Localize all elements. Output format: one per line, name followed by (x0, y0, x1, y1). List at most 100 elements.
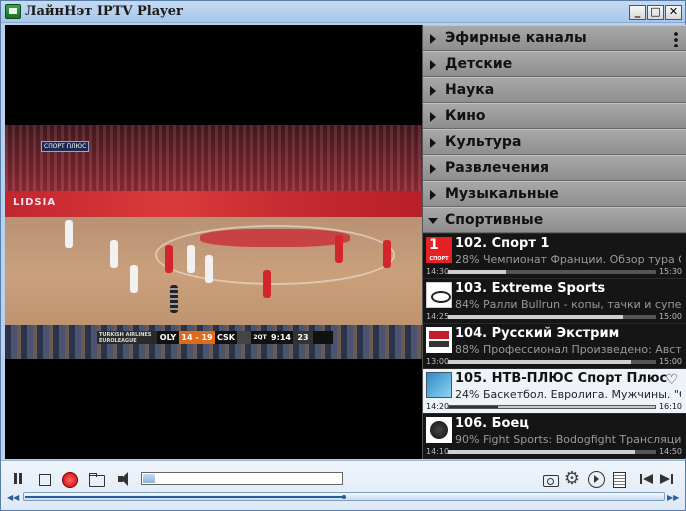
channel-name: 102. Спорт 1 (455, 236, 550, 251)
channel-logo-text: 1 (429, 237, 439, 253)
chevron-right-icon (430, 164, 436, 174)
program-progress (448, 450, 656, 454)
playlist-icon[interactable] (610, 470, 628, 488)
channel-logo-subtext: СПОРТ (426, 255, 452, 263)
seek-forward-icon[interactable]: ▶▶ (667, 493, 679, 502)
category-nauka[interactable]: Наука (423, 77, 686, 103)
category-label: Детские (445, 56, 513, 72)
channel-program: 24% Баскетбол. Евролига. Мужчины. "Ол... (455, 388, 681, 401)
channel-watermark: СПОРТ ПЛЮС (41, 141, 90, 152)
category-efirnye[interactable]: Эфирные каналы (423, 25, 686, 51)
chevron-right-icon (430, 190, 436, 200)
channel-program: 84% Ралли Bullrun - копы, тачки и суперз… (455, 298, 681, 311)
channel-item-selected[interactable]: 105. НТВ-ПЛЮС Спорт Плюс ♡ 24% Баскетбол… (423, 368, 686, 413)
player (130, 265, 138, 293)
previous-channel-icon[interactable] (637, 470, 655, 488)
seek-bar[interactable] (23, 492, 665, 501)
ntv-sport-plus-logo-icon (426, 372, 452, 398)
record-icon[interactable] (60, 470, 78, 488)
close-button[interactable]: ✕ (665, 5, 682, 20)
volume-slider[interactable] (141, 472, 343, 485)
category-kultura[interactable]: Культура (423, 129, 686, 155)
player (263, 270, 271, 298)
title-bar[interactable]: ЛайнНэт IPTV Player _ □ ✕ (1, 1, 685, 23)
scoreboard-quarter: 2QT (253, 334, 267, 341)
speaker-icon[interactable] (115, 470, 133, 488)
maximize-button[interactable]: □ (647, 5, 664, 20)
minimize-button[interactable]: _ (629, 5, 646, 20)
seek-handle[interactable] (342, 495, 346, 499)
channel-name: 104. Русский Экстрим (455, 326, 620, 341)
scoreboard-score: 14 - 19 (179, 331, 215, 344)
stop-icon[interactable] (35, 470, 53, 488)
program-progress (448, 315, 656, 319)
program-progress (448, 270, 656, 274)
favorite-heart-icon[interactable]: ♡ (665, 372, 678, 388)
category-label: Наука (445, 82, 495, 98)
team-logo-icon (237, 331, 251, 344)
app-icon (5, 4, 21, 19)
player (335, 235, 343, 263)
russian-extreme-logo-icon (426, 327, 452, 353)
channel-program: 88% Профессионал Произведено: Австрал... (455, 343, 681, 356)
program-start-time: 13:00 (426, 357, 450, 366)
channel-name: 103. Extreme Sports (455, 281, 606, 296)
video-frame[interactable]: LIDSIA СПОРТ ПЛЮС TURKISH AIRLINES EUROL… (5, 125, 422, 359)
category-muzykalnye[interactable]: Музыкальные (423, 181, 686, 207)
control-bar: ⚙ (1, 460, 685, 510)
scoreboard-home-team: OLY (159, 333, 177, 342)
player (165, 245, 173, 273)
category-sportivnye[interactable]: Спортивные (423, 207, 686, 233)
player (187, 245, 195, 273)
camera-icon[interactable] (541, 470, 559, 488)
player (65, 220, 73, 248)
channel-item[interactable]: 1 СПОРТ 102. Спорт 1 28% Чемпионат Франц… (423, 233, 686, 278)
arena-banner (5, 191, 422, 217)
sport1-logo-icon: 1 СПОРТ (426, 237, 452, 263)
scoreboard: TURKISH AIRLINES EUROLEAGUE OLY 14 - 19 … (97, 331, 333, 344)
video-area[interactable]: LIDSIA СПОРТ ПЛЮС TURKISH AIRLINES EUROL… (5, 25, 422, 459)
scoreboard-league: TURKISH AIRLINES EUROLEAGUE (97, 331, 157, 344)
program-end-time: 15:00 (658, 357, 682, 366)
pause-icon[interactable] (9, 470, 27, 488)
extreme-sports-logo-icon (426, 282, 452, 308)
scoreboard-away-team: CSK (217, 333, 235, 342)
seek-back-icon[interactable]: ◀◀ (7, 493, 19, 502)
window-title: ЛайнНэт IPTV Player (25, 4, 183, 19)
category-label: Музыкальные (445, 186, 559, 202)
chevron-right-icon (430, 34, 436, 44)
seek-fill (25, 496, 344, 498)
program-end-time: 15:30 (658, 267, 682, 276)
program-end-time: 14:50 (658, 447, 682, 456)
gear-icon[interactable]: ⚙ (563, 470, 581, 488)
channel-name: 105. НТВ-ПЛЮС Спорт Плюс (455, 371, 668, 386)
channel-program: 28% Чемпионат Франции. Обзор тура Обз... (455, 253, 681, 266)
program-end-time: 16:10 (658, 402, 682, 411)
app-window: ЛайнНэт IPTV Player _ □ ✕ LIDSIA СПОРТ П… (0, 0, 686, 511)
category-label: Спортивные (445, 212, 544, 228)
category-detskie[interactable]: Детские (423, 51, 686, 77)
category-label: Культура (445, 134, 522, 150)
player (110, 240, 118, 268)
player (383, 240, 391, 268)
chevron-right-icon (430, 138, 436, 148)
folder-icon[interactable] (87, 470, 105, 488)
channel-item[interactable]: 104. Русский Экстрим 88% Профессионал Пр… (423, 323, 686, 368)
timeshift-clock-icon[interactable] (587, 470, 605, 488)
banner-text: LIDSIA (13, 197, 57, 208)
channel-item[interactable]: 103. Extreme Sports 84% Ралли Bullrun - … (423, 278, 686, 323)
category-label: Эфирные каналы (445, 30, 587, 46)
category-kino[interactable]: Кино (423, 103, 686, 129)
channel-item[interactable]: 106. Боец 90% Fight Sports: Bodogfight Т… (423, 413, 686, 458)
program-start-time: 14:30 (426, 267, 450, 276)
chevron-right-icon (430, 60, 436, 70)
scoreboard-shot-clock: 23 (293, 331, 313, 344)
program-end-time: 15:00 (658, 312, 682, 321)
category-razvlecheniya[interactable]: Развлечения (423, 155, 686, 181)
program-start-time: 14:10 (426, 447, 450, 456)
more-menu-icon[interactable] (674, 31, 678, 47)
program-start-time: 14:25 (426, 312, 450, 321)
next-channel-icon[interactable] (658, 470, 676, 488)
program-progress (448, 405, 656, 409)
chevron-down-icon (428, 218, 438, 224)
